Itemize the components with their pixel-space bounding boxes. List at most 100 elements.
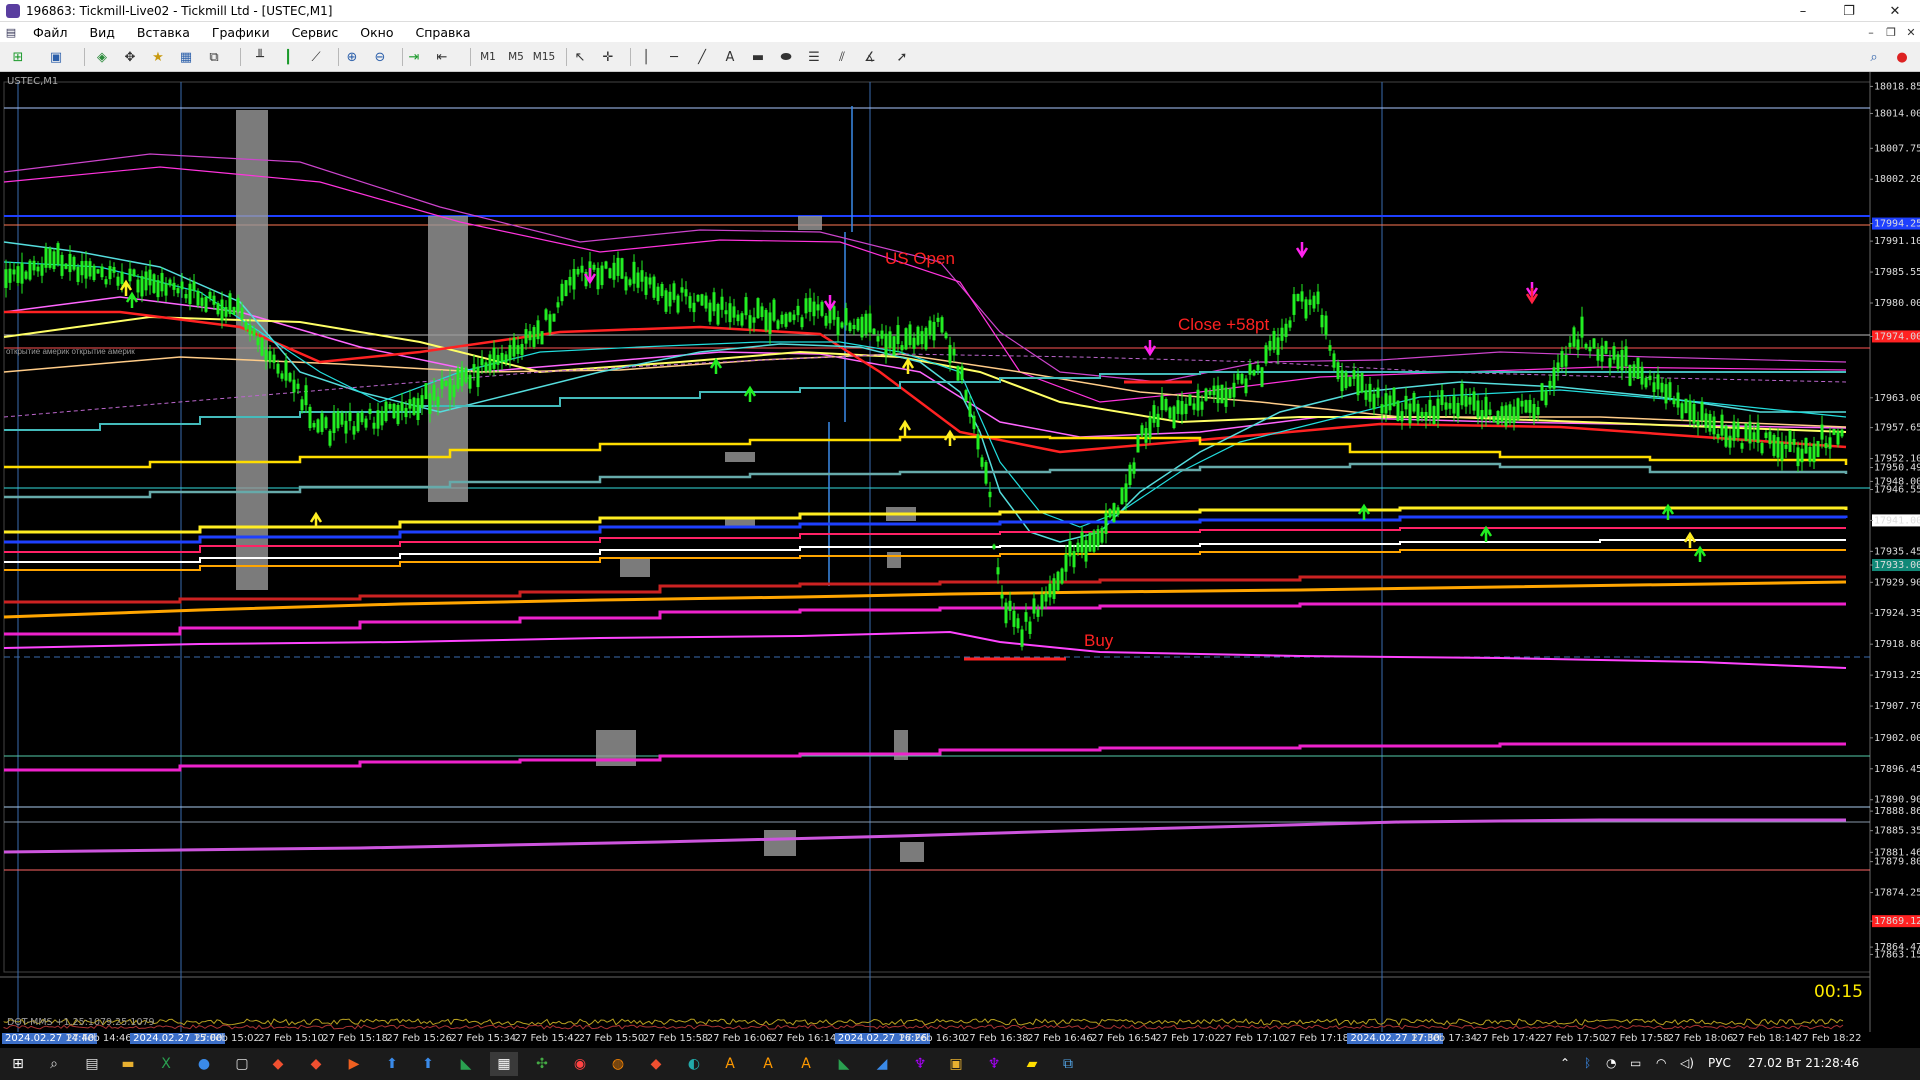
- candle-body: [1744, 423, 1748, 441]
- bar-chart-icon[interactable]: ╨: [248, 46, 272, 68]
- notifications-icon[interactable]: ●: [1890, 46, 1914, 68]
- chart-app-icon[interactable]: ◣: [452, 1052, 480, 1076]
- trading-app-icon[interactable]: ◢: [868, 1052, 896, 1076]
- clock[interactable]: 27.02 Вт 21:28:46: [1748, 1056, 1859, 1070]
- channel-icon[interactable]: ⫽: [830, 46, 854, 68]
- timeframe-m5[interactable]: M5: [504, 47, 528, 67]
- menu-charts[interactable]: Графики: [201, 25, 281, 40]
- text-tool-icon[interactable]: A: [718, 46, 742, 68]
- app-icon-green[interactable]: ✣: [528, 1052, 556, 1076]
- candle-body: [832, 306, 836, 320]
- terminal-icon[interactable]: ▦: [174, 46, 198, 68]
- auto-scroll-icon[interactable]: ⇥: [402, 46, 426, 68]
- horizontal-line-icon[interactable]: ─: [662, 46, 686, 68]
- feather-app-icon[interactable]: ♆: [906, 1052, 934, 1076]
- a-app-icon-2[interactable]: A: [754, 1052, 782, 1076]
- box-app-icon[interactable]: ▣: [942, 1052, 970, 1076]
- tray-chevron-icon[interactable]: ⌃: [1560, 1056, 1570, 1070]
- chart-canvas[interactable]: US Open Close +58pt Buy открытие америк отк…: [0, 72, 1920, 1032]
- app-icon-teal[interactable]: ◐: [680, 1052, 708, 1076]
- bluetooth-icon[interactable]: ᛒ: [1584, 1056, 1591, 1070]
- candle-body: [1616, 354, 1620, 369]
- app-icon-blue[interactable]: ●: [190, 1052, 218, 1076]
- arrow-app-icon[interactable]: ⬆: [378, 1052, 406, 1076]
- volume-icon[interactable]: ◁): [1680, 1056, 1694, 1070]
- rectangle-icon[interactable]: ▬: [746, 46, 770, 68]
- language-indicator[interactable]: РУС: [1708, 1056, 1731, 1070]
- arrow-objects-icon[interactable]: ➚: [890, 46, 914, 68]
- wifi-icon[interactable]: ◠: [1656, 1056, 1666, 1070]
- app-icon-orange[interactable]: ▶: [340, 1052, 368, 1076]
- timeframe-m15[interactable]: M15: [532, 47, 556, 67]
- candle-body: [560, 283, 564, 302]
- favorites-icon[interactable]: ★: [146, 46, 170, 68]
- close-button[interactable]: ✕: [1872, 0, 1918, 22]
- battery-icon[interactable]: ▭: [1630, 1056, 1641, 1070]
- a-app-icon-3[interactable]: A: [792, 1052, 820, 1076]
- chart-window-icon[interactable]: ▤: [0, 26, 22, 39]
- menu-tools[interactable]: Сервис: [281, 25, 350, 40]
- mdi-minimize-icon[interactable]: –: [1862, 23, 1880, 41]
- menu-insert[interactable]: Вставка: [126, 25, 201, 40]
- candle-body: [908, 324, 912, 346]
- chrome-icon[interactable]: ◉: [566, 1052, 594, 1076]
- market-watch-icon[interactable]: ◈: [90, 46, 114, 68]
- candle-body: [96, 269, 100, 274]
- brave-browser-icon[interactable]: ◆: [264, 1052, 292, 1076]
- mdi-restore-icon[interactable]: ❐: [1882, 23, 1900, 41]
- profiles-icon[interactable]: ▣: [44, 46, 68, 68]
- firefox-icon[interactable]: ◍: [604, 1052, 632, 1076]
- minimize-button[interactable]: –: [1780, 0, 1826, 22]
- gann-icon[interactable]: ∡: [858, 46, 882, 68]
- candle-body: [1404, 395, 1408, 410]
- trendline-icon[interactable]: ╱: [690, 46, 714, 68]
- menu-window[interactable]: Окно: [349, 25, 404, 40]
- metatrader-taskbar-icon[interactable]: ▦: [490, 1052, 518, 1076]
- restore-button[interactable]: ❐: [1826, 0, 1872, 22]
- network-app-icon[interactable]: ⧉: [1054, 1052, 1082, 1076]
- candle-body: [868, 313, 872, 333]
- zoom-in-icon[interactable]: ⊕: [340, 46, 364, 68]
- candle-body: [472, 364, 476, 372]
- zoom-out-icon[interactable]: ⊖: [368, 46, 392, 68]
- candlestick-icon[interactable]: ┃: [276, 46, 300, 68]
- price-chart[interactable]: US Open Close +58pt Buy открытие америк отк…: [0, 72, 1920, 1032]
- mdi-close-icon[interactable]: ✕: [1902, 23, 1920, 41]
- crosshair-icon[interactable]: ✛: [596, 46, 620, 68]
- notepad-icon[interactable]: ▢: [228, 1052, 256, 1076]
- excel-icon[interactable]: X: [152, 1052, 180, 1076]
- candle-body: [180, 281, 184, 290]
- crosshair-nav-icon[interactable]: ✥: [118, 46, 142, 68]
- candle-body: [1416, 403, 1420, 422]
- candle-body: [220, 299, 224, 321]
- notes-app-icon[interactable]: ▤: [78, 1052, 106, 1076]
- brave-taskbar-icon[interactable]: ◆: [642, 1052, 670, 1076]
- chart-shift-icon[interactable]: ⇤: [430, 46, 454, 68]
- menu-view[interactable]: Вид: [79, 25, 126, 40]
- price-axis-label: 17924.35: [1874, 608, 1920, 619]
- timeframe-m1[interactable]: M1: [476, 47, 500, 67]
- search-icon[interactable]: ⌕: [1862, 46, 1886, 68]
- candle-body: [1152, 405, 1156, 423]
- strategy-tester-icon[interactable]: ⧉: [202, 46, 226, 68]
- price-axis-label: 17994.25: [1874, 219, 1920, 230]
- time-label: 27 Feb 16:46: [1027, 1033, 1093, 1044]
- new-chart-icon[interactable]: ⊞: [6, 46, 30, 68]
- menu-file[interactable]: Файл: [22, 25, 79, 40]
- menu-help[interactable]: Справка: [405, 25, 482, 40]
- chart-app-icon-2[interactable]: ◣: [830, 1052, 858, 1076]
- cursor-icon[interactable]: ↖: [568, 46, 592, 68]
- feather-app-icon-2[interactable]: ♆: [980, 1052, 1008, 1076]
- arrow-app-icon-2[interactable]: ⬆: [414, 1052, 442, 1076]
- a-app-icon[interactable]: A: [716, 1052, 744, 1076]
- file-explorer-icon[interactable]: ▬: [114, 1052, 142, 1076]
- fibonacci-icon[interactable]: ☰: [802, 46, 826, 68]
- line-chart-icon[interactable]: ⟋: [304, 46, 328, 68]
- ellipse-icon[interactable]: ⬬: [774, 46, 798, 68]
- vertical-line-icon[interactable]: │: [634, 46, 658, 68]
- sticky-notes-icon[interactable]: ▰: [1018, 1052, 1046, 1076]
- tray-app-icon[interactable]: ◔: [1606, 1056, 1616, 1070]
- start-icon[interactable]: ⊞: [4, 1052, 32, 1076]
- search-taskbar-icon[interactable]: ⌕: [40, 1052, 68, 1076]
- brave-browser-icon-2[interactable]: ◆: [302, 1052, 330, 1076]
